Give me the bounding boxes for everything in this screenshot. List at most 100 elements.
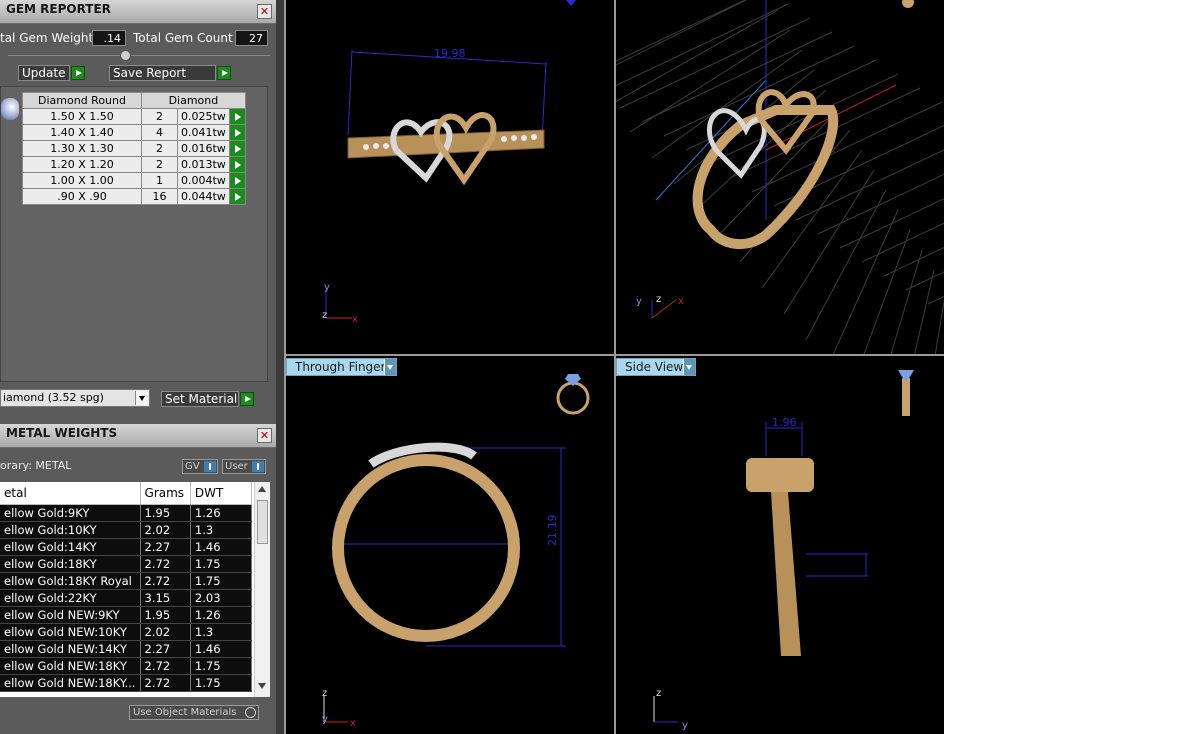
gem-weight: 0.041tw <box>177 124 230 141</box>
gem-size: 1.30 X 1.30 <box>22 140 142 157</box>
gem-count: 16 <box>141 188 178 205</box>
metal-row[interactable]: ellow Gold NEW:18KY 2.72 1.75 <box>0 657 253 675</box>
viewport-through-finger[interactable]: 21.19 z y x Through Finger <box>286 356 614 734</box>
radio-circle-icon <box>245 707 256 718</box>
metal-row[interactable]: ellow Gold:18KY 2.72 1.75 <box>0 555 253 573</box>
gem-reporter-title: GEM REPORTER <box>6 2 111 16</box>
gem-row-go-icon[interactable] <box>228 188 246 205</box>
save-report-button[interactable]: Save Report <box>109 65 216 81</box>
axis-y-label: y <box>322 714 328 725</box>
update-go-icon[interactable] <box>71 66 85 80</box>
scroll-down-icon[interactable] <box>258 683 266 689</box>
gem-reporter-titlebar[interactable]: GEM REPORTER ✕ <box>0 0 276 24</box>
empty-background <box>944 0 1182 734</box>
gem-size: 1.00 X 1.00 <box>22 172 142 189</box>
gem-size: 1.20 X 1.20 <box>22 156 142 173</box>
total-gem-weight-value: .14 <box>92 30 126 46</box>
metal-row[interactable]: ellow Gold:14KY 2.27 1.46 <box>0 538 253 556</box>
gem-row[interactable]: 1.30 X 1.30 2 0.016tw <box>22 140 246 157</box>
axis-gizmo: y z x <box>322 282 358 325</box>
gem-row-go-icon[interactable] <box>228 172 246 189</box>
metal-weights-close-button[interactable]: ✕ <box>257 428 272 443</box>
metal-grams: 2.72 <box>140 674 191 692</box>
use-object-materials-toggle[interactable]: Use Object Materials <box>129 705 259 720</box>
gem-row-go-icon[interactable] <box>228 156 246 173</box>
gem-weight: 0.025tw <box>177 108 230 125</box>
axis-y-label: y <box>682 720 688 731</box>
tab-side-view[interactable]: Side View <box>616 358 696 376</box>
metal-row[interactable]: ellow Gold NEW:18KY... 2.72 1.75 <box>0 674 253 692</box>
metal-header-grams[interactable]: Grams <box>140 482 191 505</box>
gem-row[interactable]: 1.00 X 1.00 1 0.004tw <box>22 172 246 189</box>
gem-header-shape: Diamond Round <box>22 92 142 109</box>
update-button[interactable]: Update <box>18 65 70 81</box>
gem-row[interactable]: 1.50 X 1.50 2 0.025tw <box>22 108 246 125</box>
metal-list-area: etal Grams DWT ellow Gold:9KY 1.95 1.26 ell… <box>0 482 270 697</box>
gv-toggle[interactable]: GV <box>182 459 218 474</box>
gem-size: 1.50 X 1.50 <box>22 108 142 125</box>
top-view-canvas: 19.98 y z x <box>322 0 576 325</box>
through-finger-canvas: 21.19 z y x <box>322 374 590 729</box>
axis-x-label: x <box>350 718 356 729</box>
chevron-down-icon[interactable] <box>683 359 695 375</box>
metal-name: ellow Gold NEW:18KY <box>0 657 141 675</box>
gem-weight: 0.016tw <box>177 140 230 157</box>
metal-name: ellow Gold:18KY <box>0 555 141 573</box>
metal-row[interactable]: ellow Gold NEW:10KY 2.02 1.3 <box>0 623 253 641</box>
scroll-up-icon[interactable] <box>258 486 266 492</box>
metal-grams: 2.02 <box>140 623 191 641</box>
gem-row-go-icon[interactable] <box>228 108 246 125</box>
metal-grams: 2.27 <box>140 538 191 556</box>
user-toggle[interactable]: User <box>222 459 266 474</box>
metal-row[interactable]: ellow Gold:22KY 3.15 2.03 <box>0 589 253 607</box>
gem-row-go-icon[interactable] <box>228 124 246 141</box>
metal-header-dwt[interactable]: DWT <box>190 482 253 505</box>
viewport-top[interactable]: 19.98 y z x <box>286 0 614 354</box>
chevron-down-icon[interactable] <box>135 391 148 405</box>
scroll-thumb[interactable] <box>257 500 268 544</box>
metal-header-metal[interactable]: etal <box>0 482 141 505</box>
metal-row[interactable]: ellow Gold NEW:9KY 1.95 1.26 <box>0 606 253 624</box>
left-panel: GEM REPORTER ✕ tal Gem Weight .14 Total … <box>0 0 276 734</box>
metal-weights-titlebar[interactable]: METAL WEIGHTS ✕ <box>0 424 276 448</box>
metal-grams: 1.95 <box>140 504 191 522</box>
splitter-knob[interactable] <box>120 50 131 61</box>
gem-row-go-icon[interactable] <box>228 140 246 157</box>
viewport-side[interactable]: 1.96 z y Side View <box>616 356 944 734</box>
save-report-go-icon[interactable] <box>217 66 231 80</box>
metal-name: ellow Gold:18KY Royal <box>0 572 141 590</box>
axis-z-label: z <box>322 688 327 699</box>
set-material-go-icon[interactable] <box>240 392 254 406</box>
use-object-materials-label: Use Object Materials <box>133 707 237 718</box>
metal-name: ellow Gold NEW:9KY <box>0 606 141 624</box>
metal-grams: 2.72 <box>140 572 191 590</box>
through-finger-dimension-label: 21.19 <box>546 515 559 547</box>
gem-size: 1.40 X 1.40 <box>22 124 142 141</box>
grid <box>616 0 944 354</box>
axis-gizmo: z y x <box>322 688 356 729</box>
tab-through-finger[interactable]: Through Finger <box>286 358 397 376</box>
metal-weights-title: METAL WEIGHTS <box>6 426 118 440</box>
gem-size: .90 X .90 <box>22 188 142 205</box>
metal-row[interactable]: ellow Gold NEW:14KY 2.27 1.46 <box>0 640 253 658</box>
chevron-down-icon[interactable] <box>384 359 396 375</box>
gem-row[interactable]: 1.40 X 1.40 4 0.041tw <box>22 124 246 141</box>
metal-dwt: 1.26 <box>190 606 253 624</box>
gem-row[interactable]: .90 X .90 16 0.044tw <box>22 188 246 205</box>
metal-dwt: 1.3 <box>190 623 253 641</box>
total-gem-count-label: Total Gem Count <box>133 31 233 45</box>
gem-row[interactable]: 1.20 X 1.20 2 0.013tw <box>22 156 246 173</box>
gem-reporter-close-button[interactable]: ✕ <box>257 4 272 19</box>
viewport-perspective[interactable]: y z x <box>616 0 944 354</box>
material-select[interactable]: iamond (3.52 spg) <box>0 389 150 407</box>
set-material-button[interactable]: Set Material <box>161 391 239 407</box>
metal-row[interactable]: ellow Gold:9KY 1.95 1.26 <box>0 504 253 522</box>
metal-row[interactable]: ellow Gold:18KY Royal 2.72 1.75 <box>0 572 253 590</box>
metal-dwt: 1.75 <box>190 657 253 675</box>
user-toggle-label: User <box>225 461 248 472</box>
gem-count: 2 <box>141 156 178 173</box>
metal-scrollbar[interactable] <box>254 482 270 697</box>
panel-divider[interactable] <box>276 0 284 734</box>
metal-name: ellow Gold:22KY <box>0 589 141 607</box>
metal-row[interactable]: ellow Gold:10KY 2.02 1.3 <box>0 521 253 539</box>
